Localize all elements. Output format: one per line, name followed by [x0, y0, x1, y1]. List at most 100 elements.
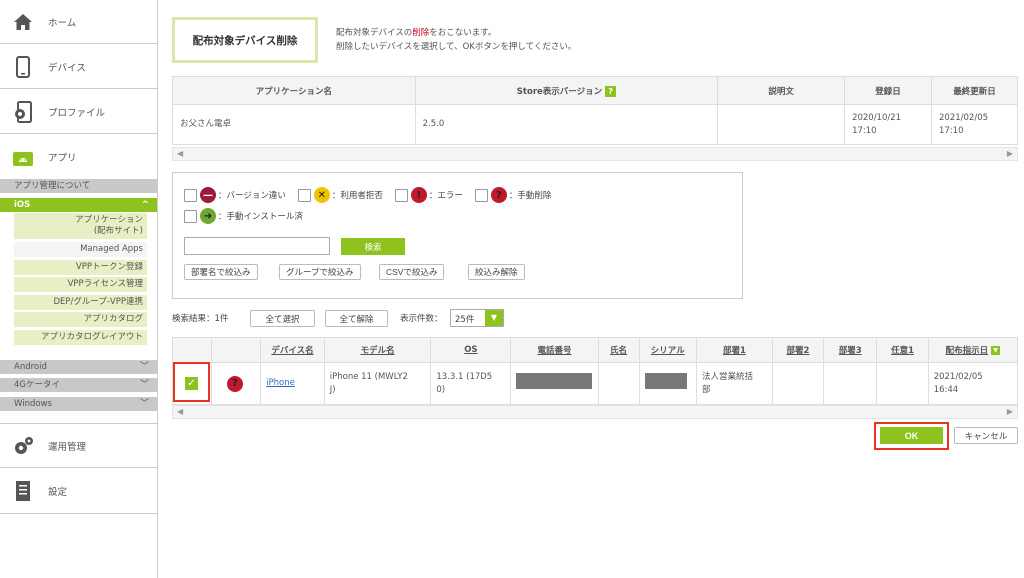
app-registered: 2020/10/21 17:10 [844, 104, 933, 145]
status-filter-row: — ：バージョン違い ✕ ：利用者拒否 ! ：エラー ? ：手動削除 [184, 187, 563, 203]
chevron-down-icon: ﹀ [139, 362, 149, 372]
device-table-scrollbar[interactable]: ◀ ▶ [172, 405, 1018, 419]
sidebar: ホーム デバイス プロファイル アプリ アプリ管理について iOS ^ アプリケ… [0, 0, 158, 578]
table-row[interactable]: ✓ ? iPhone iPhone 11 (MWLY2 J) 13.3.1 (1… [172, 362, 1019, 405]
table-header-row: アプリケーション名 Store表示バージョン? 説明文 登録日 最終更新日 [172, 76, 1018, 105]
nav-home[interactable]: ホーム [0, 0, 157, 44]
row-status-cell: ? [210, 362, 262, 405]
manual-installed-icon: ➜ [200, 208, 216, 224]
search-button[interactable]: 検索 [341, 238, 405, 255]
col-dept2[interactable]: 部署2 [771, 337, 825, 363]
filter-checkbox[interactable] [474, 188, 488, 202]
col-dept3[interactable]: 部署3 [823, 337, 878, 363]
filter-checkbox[interactable] [394, 188, 408, 202]
desc-text: 削除したいデバイスを選択して、OKボタンを押してください。 [336, 42, 577, 52]
col-registered: 登録日 [844, 76, 933, 105]
sidebar-section-android[interactable]: Android ﹀ [0, 360, 157, 374]
nav-profile-label: プロファイル [48, 107, 106, 119]
filter-checkbox[interactable] [184, 209, 197, 223]
filter-manual-installed[interactable]: ➜ ：手動インストール済 [184, 208, 303, 224]
chevron-up-icon: ^ [141, 200, 149, 210]
smartphone-icon [12, 55, 34, 78]
col-phone[interactable]: 電話番号 [510, 337, 599, 363]
chevron-down-icon: ▼ [485, 310, 503, 326]
help-icon[interactable]: ? [605, 85, 617, 97]
nav-app[interactable]: アプリ [0, 135, 157, 179]
scroll-right-icon[interactable]: ▶ [1007, 407, 1013, 416]
sidebar-item-app-catalog[interactable]: アプリカタログ [14, 312, 147, 327]
desc-highlight: 削除 [412, 28, 430, 38]
device-name-link[interactable]: iPhone [266, 378, 295, 388]
filter-checkbox[interactable] [297, 188, 311, 202]
search-input[interactable] [184, 237, 330, 255]
nav-operation[interactable]: 運用管理 [0, 423, 157, 468]
sidebar-item-application[interactable]: アプリケーション (配布サイト) [14, 213, 147, 239]
app-updated: 2021/02/05 17:10 [931, 104, 1018, 145]
filter-by-group-button[interactable]: グループで絞込み [279, 264, 361, 280]
col-description: 説明文 [717, 76, 846, 105]
page-size-value: 25件 [455, 315, 475, 325]
clear-filter-button[interactable]: 絞込み解除 [468, 264, 525, 280]
filter-user-rejected[interactable]: ✕ ：利用者拒否 [297, 187, 383, 203]
sidebar-item-about[interactable]: アプリ管理について [0, 179, 157, 193]
app-table: アプリケーション名 Store表示バージョン? 説明文 登録日 最終更新日 お父… [172, 76, 1018, 145]
version-mismatch-icon: — [200, 187, 216, 203]
col-serial[interactable]: シリアル [638, 337, 697, 363]
clear-all-button[interactable]: 全て解除 [325, 310, 388, 327]
col-app-name: アプリケーション名 [172, 76, 416, 105]
filter-manual-delete[interactable]: ? ：手動削除 [474, 187, 551, 203]
nav-device-label: デバイス [48, 62, 86, 74]
col-name[interactable]: 氏名 [597, 337, 640, 363]
scroll-right-icon[interactable]: ▶ [1007, 149, 1013, 158]
date-cell: 2021/02/05 16:44 [927, 362, 1019, 405]
scroll-left-icon[interactable]: ◀ [177, 407, 183, 416]
page-description: 配布対象デバイスの削除をおこないます。 削除したいデバイスを選択して、OKボタン… [336, 26, 576, 54]
dept3-cell [823, 362, 878, 405]
model-cell: iPhone 11 (MWLY2 J) [323, 362, 432, 405]
filter-checkbox[interactable] [184, 188, 197, 202]
scroll-left-icon[interactable]: ◀ [177, 149, 183, 158]
manual-delete-icon: ? [490, 187, 507, 203]
col-updated: 最終更新日 [931, 76, 1018, 105]
col-model[interactable]: モデル名 [323, 337, 432, 363]
user-name-cell [597, 362, 640, 405]
sidebar-item-dep-vpp[interactable]: DEP/グループ-VPP連携 [14, 295, 147, 310]
app-version: 2.5.0 [414, 104, 719, 145]
app-name: お父さん電卓 [172, 104, 416, 145]
select-all-button[interactable]: 全て選択 [250, 310, 315, 327]
filter-by-dept-button[interactable]: 部署名で絞込み [184, 264, 258, 280]
col-date[interactable]: 配布指示日 ▼ [927, 337, 1019, 363]
nav-profile[interactable]: プロファイル [0, 90, 157, 134]
sort-icon[interactable]: ▼ [991, 346, 1001, 355]
page-size-label: 表示件数： [400, 314, 443, 324]
app-desc [717, 104, 846, 145]
col-dept1[interactable]: 部署1 [695, 337, 773, 363]
result-count: 検索結果：1件 [172, 314, 229, 324]
filter-by-csv-button[interactable]: CSVで絞込み [379, 264, 445, 280]
page-size-select[interactable]: 25件 ▼ [450, 309, 504, 327]
android-app-icon [12, 146, 34, 168]
col-os[interactable]: OS [430, 337, 512, 363]
sidebar-item-catalog-layout[interactable]: アプリカタログレイアウト [14, 330, 147, 345]
ok-button[interactable]: OK [880, 427, 943, 444]
app-table-scrollbar[interactable]: ◀ ▶ [172, 147, 1018, 161]
sidebar-section-windows[interactable]: Windows ﹀ [0, 397, 157, 411]
col-device-name[interactable]: デバイス名 [260, 337, 325, 363]
sidebar-section-4g[interactable]: 4Gケータイ ﹀ [0, 378, 157, 392]
filter-error[interactable]: ! ：エラー [394, 187, 463, 203]
sidebar-item-vpp-license[interactable]: VPPライセンス管理 [14, 277, 147, 292]
sidebar-item-vpp-token[interactable]: VPPトークン登録 [14, 260, 147, 275]
os-cell: 13.3.1 (17D5 0) [430, 362, 512, 405]
any1-cell [876, 362, 929, 405]
chevron-down-icon: ﹀ [139, 380, 149, 390]
sidebar-item-managed-apps[interactable]: Managed Apps [14, 242, 147, 257]
nav-settings[interactable]: 設定 [0, 469, 157, 514]
filter-version-mismatch[interactable]: — ：バージョン違い [184, 187, 286, 203]
nav-device[interactable]: デバイス [0, 45, 157, 89]
col-any1[interactable]: 任意1 [876, 337, 929, 363]
col-status [210, 337, 262, 363]
cancel-button[interactable]: キャンセル [954, 427, 1018, 444]
4g-label: 4Gケータイ [14, 380, 60, 390]
sidebar-section-ios[interactable]: iOS ^ [0, 198, 157, 212]
ios-label: iOS [14, 200, 31, 210]
